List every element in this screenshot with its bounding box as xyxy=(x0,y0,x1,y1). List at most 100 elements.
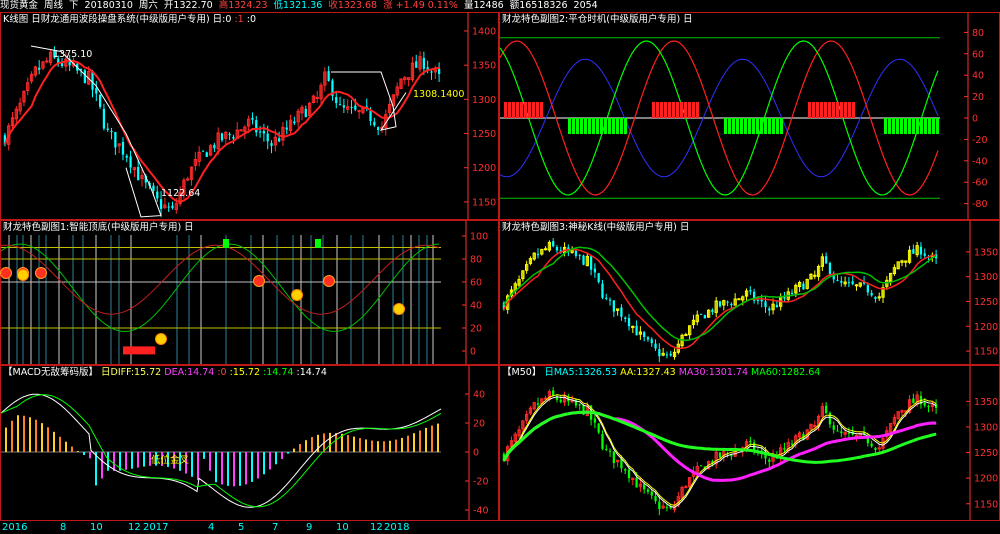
mystic-kline-chart[interactable]: 1350 1300 1250 1200 1150 xyxy=(500,221,999,364)
mystic-candle xyxy=(813,274,817,277)
kline-candle xyxy=(186,178,190,181)
kline-chart[interactable]: 1400 1350 1300 1250 1200 1150 1375.10 1122.64 13… xyxy=(1,13,498,219)
topbottom-y-tick-label: 60 xyxy=(470,278,482,289)
m50-candle xyxy=(854,434,859,437)
m50-candle xyxy=(665,507,669,509)
macd-y-tick-label: -20 xyxy=(473,477,489,488)
m50-candle xyxy=(790,443,794,445)
macd-histogram-bar xyxy=(23,415,25,452)
exit-red-bar xyxy=(668,101,671,118)
mystic-candle xyxy=(665,354,669,356)
kline-candle xyxy=(430,71,433,73)
exit-y-tick-label: 80 xyxy=(972,28,984,39)
exit-green-bar xyxy=(888,118,891,135)
mystic-candle xyxy=(874,296,877,299)
exit-green-bar xyxy=(916,118,919,135)
macd-histogram-bar xyxy=(257,452,259,479)
m50-candle xyxy=(536,403,540,405)
time-axis-label: 2017 xyxy=(143,522,169,533)
exit-green-bar xyxy=(612,118,615,135)
exit-green-bar xyxy=(616,118,619,135)
kline-candle xyxy=(137,166,140,181)
kline-candle xyxy=(327,71,330,81)
kline-panel[interactable]: K线图 日财龙通用波段操盘系统(中级版用户专用) 日:0 :1 :0 1400 1… xyxy=(0,12,499,220)
mystic-candle xyxy=(775,304,779,308)
m50-candle xyxy=(559,399,562,402)
top-bottom-panel[interactable]: 财龙特色副图1:智能顶底(中级版用户专用) 日 100 80 60 40 20 0 xyxy=(0,220,499,365)
kline-ma-line xyxy=(3,59,440,203)
macd-histogram-bar xyxy=(281,452,283,459)
m50-candle xyxy=(646,489,650,492)
kline-candle xyxy=(251,117,254,120)
exit-green-bar xyxy=(904,118,907,135)
top-bottom-chart[interactable]: 100 80 60 40 20 0 xyxy=(0,221,498,364)
macd-histogram-bar xyxy=(83,452,85,456)
mystic-candle xyxy=(756,299,760,301)
m50-candle xyxy=(605,448,608,450)
kline-candle xyxy=(422,57,426,69)
macd-histogram-bar xyxy=(47,427,49,452)
time-axis-label: 7 xyxy=(272,522,279,533)
exit-red-bar xyxy=(672,101,675,118)
m50-candle xyxy=(543,397,548,400)
time-axis-label: 4 xyxy=(208,522,215,533)
exit-timing-panel[interactable]: 财龙特色副图2:平仓时机(中级版用户专用) 日 80 60 40 20 0 -20 -40-… xyxy=(499,12,1000,220)
macd-histogram-bar xyxy=(353,436,355,452)
exit-green-bar xyxy=(912,118,915,135)
mystic-candle xyxy=(612,300,615,312)
macd-histogram-bar xyxy=(287,452,289,454)
exit-red-bar xyxy=(652,101,655,118)
exit-green-bar xyxy=(736,118,739,135)
exit-timing-chart[interactable]: 80 60 40 20 0 -20 -40 -60 -80 xyxy=(499,13,999,219)
time-axis-label: 12 xyxy=(370,522,383,533)
time-axis-label: 10 xyxy=(336,522,349,533)
mystic-candle xyxy=(601,283,604,298)
kline-candle xyxy=(129,156,132,168)
mystic-candle xyxy=(543,248,548,251)
m50-candle xyxy=(718,452,722,458)
kline-candle xyxy=(125,155,128,158)
mystic-candle xyxy=(749,290,752,292)
exit-red-bar xyxy=(836,101,839,118)
m50-candle xyxy=(608,450,612,452)
exit-red-bar xyxy=(824,101,827,118)
quote-bar: 现货黄金 周线下 20180310 周六 开1322.70 高1324.23 低1321.3… xyxy=(0,0,1000,12)
kline-candle xyxy=(304,108,307,118)
exit-red-bar xyxy=(512,101,515,118)
kline-candle xyxy=(171,205,174,209)
macd-histogram-bar xyxy=(191,452,193,477)
m50-candle xyxy=(635,477,638,488)
exit-red-bar xyxy=(660,101,663,118)
macd-histogram-bar xyxy=(77,451,79,452)
mystic-candle xyxy=(866,285,869,293)
macd-panel[interactable]: 【MACD无敌筹码版】 日DIFF:15.72 DEA:14.74 :0 :15… xyxy=(0,365,499,521)
kline-candle xyxy=(415,61,418,68)
m50-candle xyxy=(597,423,600,433)
kline-y-tick-label: 1200 xyxy=(472,163,496,174)
mystic-candle xyxy=(555,247,559,251)
kline-candle xyxy=(232,136,235,139)
macd-histogram-bar xyxy=(329,432,331,452)
kline-y-tick-label: 1150 xyxy=(472,197,496,208)
mystic-candle xyxy=(825,256,828,264)
kline-candle xyxy=(258,131,262,133)
mystic-candle xyxy=(718,301,722,307)
kline-high-label: 1375.10 xyxy=(53,49,92,60)
exit-red-bar xyxy=(528,101,531,118)
exit-green-bar xyxy=(932,118,935,135)
mystic-kline-panel[interactable]: 财龙特色副图3:神秘K线(中级版用户专用) 日 1350 1300 1250 1200… xyxy=(499,220,1000,365)
macd-chart[interactable]: 40 20 0 -20 -40 低位金叉 xyxy=(0,366,498,520)
m50-chart[interactable]: 1350 1300 1250 1200 1150 xyxy=(500,366,999,520)
macd-histogram-bar xyxy=(215,452,217,483)
m50-candle xyxy=(620,458,623,469)
exit-red-bar xyxy=(844,101,847,118)
mystic-candle xyxy=(836,280,839,282)
m50-panel[interactable]: 【M50】 日MA5:1326.53 AA:1327.43 MA30:1301.… xyxy=(499,365,1000,521)
exit-green-bar xyxy=(908,118,911,135)
kline-candle xyxy=(159,199,163,210)
mystic-candle xyxy=(730,303,733,306)
kline-y-tick-label: 1350 xyxy=(472,61,496,72)
mystic-candle xyxy=(768,308,771,311)
exit-red-bar xyxy=(656,101,659,118)
period-label[interactable]: 周线 xyxy=(44,0,63,11)
